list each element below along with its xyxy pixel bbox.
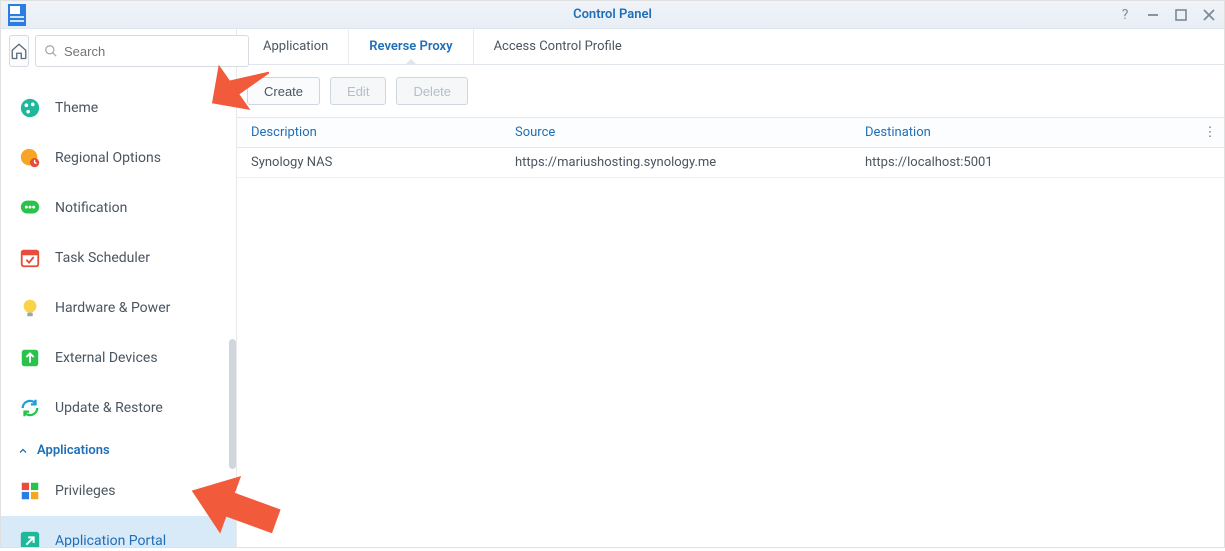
window-controls: ? xyxy=(1116,6,1218,24)
home-icon xyxy=(10,42,28,60)
table-header: Description Source Destination ⋮ xyxy=(237,118,1224,148)
sidebar-item-label: Regional Options xyxy=(55,150,161,166)
tab-label: Access Control Profile xyxy=(494,39,622,54)
home-button[interactable] xyxy=(9,35,29,67)
col-description-header[interactable]: Description xyxy=(237,125,507,140)
table-options-button[interactable]: ⋮ xyxy=(1196,125,1224,140)
sidebar-item-label: External Devices xyxy=(55,350,158,366)
sidebar-item-theme[interactable]: Theme xyxy=(1,83,236,133)
window-title: Control Panel xyxy=(1,7,1224,22)
calendar-icon xyxy=(19,247,41,269)
chevron-up-icon xyxy=(17,445,29,457)
portal-icon xyxy=(19,530,41,547)
reverse-proxy-table: Description Source Destination ⋮ Synolog… xyxy=(237,117,1224,178)
sidebar-item-label: Task Scheduler xyxy=(55,250,150,266)
main-panel: Application Reverse Proxy Access Control… xyxy=(237,29,1224,547)
cell-description: Synology NAS xyxy=(237,155,507,170)
notification-icon xyxy=(19,197,41,219)
minimize-button[interactable] xyxy=(1144,6,1162,24)
sidebar-item-label: Notification xyxy=(55,200,127,216)
search-input-wrap[interactable] xyxy=(35,35,249,67)
globe-icon xyxy=(19,147,41,169)
tab-access-control-profile[interactable]: Access Control Profile xyxy=(473,29,642,64)
sidebar-item-hardware-power[interactable]: Hardware & Power xyxy=(1,283,236,333)
sidebar: Theme Regional Options Notification Task… xyxy=(1,29,237,547)
tabs: Application Reverse Proxy Access Control… xyxy=(237,29,1224,65)
sidebar-item-label: Theme xyxy=(55,100,98,116)
help-button[interactable]: ? xyxy=(1116,6,1134,24)
titlebar: Control Panel ? xyxy=(1,1,1224,29)
sidebar-item-label: Application Portal xyxy=(55,533,166,547)
tab-reverse-proxy[interactable]: Reverse Proxy xyxy=(348,29,472,64)
control-panel-window: Control Panel ? Theme xyxy=(0,0,1225,548)
table-row[interactable]: Synology NAS https://mariushosting.synol… xyxy=(237,148,1224,178)
cell-destination: https://localhost:5001 xyxy=(857,155,1196,170)
refresh-icon xyxy=(19,397,41,419)
cell-source: https://mariushosting.synology.me xyxy=(507,155,857,170)
tab-application[interactable]: Application xyxy=(243,29,348,64)
privileges-icon xyxy=(19,480,41,502)
col-destination-header[interactable]: Destination xyxy=(857,125,1196,140)
bulb-icon xyxy=(19,297,41,319)
sidebar-item-label: Privileges xyxy=(55,483,116,499)
sidebar-item-privileges[interactable]: Privileges xyxy=(1,466,236,516)
maximize-button[interactable] xyxy=(1172,6,1190,24)
col-source-header[interactable]: Source xyxy=(507,125,857,140)
sidebar-item-regional-options[interactable]: Regional Options xyxy=(1,133,236,183)
app-icon xyxy=(3,1,31,29)
tab-label: Reverse Proxy xyxy=(369,39,452,54)
sidebar-item-application-portal[interactable]: Application Portal xyxy=(1,516,236,547)
theme-icon xyxy=(19,97,41,119)
close-button[interactable] xyxy=(1200,6,1218,24)
sidebar-item-task-scheduler[interactable]: Task Scheduler xyxy=(1,233,236,283)
sidebar-scrollbar[interactable] xyxy=(229,339,236,469)
sidebar-item-update-restore[interactable]: Update & Restore xyxy=(1,383,236,433)
create-button[interactable]: Create xyxy=(247,77,320,105)
sidebar-item-label: Hardware & Power xyxy=(55,300,170,316)
delete-button[interactable]: Delete xyxy=(396,77,468,105)
sidebar-item-label: Update & Restore xyxy=(55,400,163,416)
tab-label: Application xyxy=(263,39,328,54)
search-input[interactable] xyxy=(64,44,240,59)
sidebar-item-notification[interactable]: Notification xyxy=(1,183,236,233)
search-icon xyxy=(44,44,58,58)
external-device-icon xyxy=(19,347,41,369)
section-label: Applications xyxy=(37,443,110,458)
sidebar-nav: Theme Regional Options Notification Task… xyxy=(1,73,236,547)
toolbar: Create Edit Delete xyxy=(237,65,1224,117)
edit-button[interactable]: Edit xyxy=(330,77,386,105)
sidebar-item-external-devices[interactable]: External Devices xyxy=(1,333,236,383)
section-applications[interactable]: Applications xyxy=(1,433,236,466)
